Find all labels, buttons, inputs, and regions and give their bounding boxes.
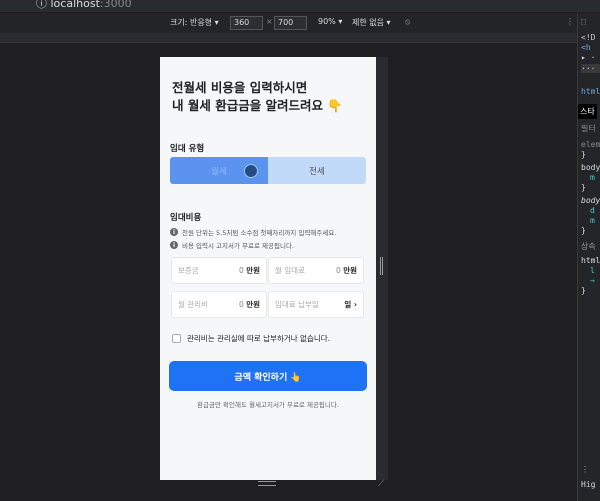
dom-line[interactable]: ▸ ·: [581, 53, 595, 62]
field-label: 임대료 납부일: [275, 300, 319, 309]
touch-cursor-icon: [244, 164, 258, 178]
field-label: 월 임대료: [275, 266, 305, 275]
maintenance-checkbox[interactable]: 관리비는 관리실에 따로 납부하거나 없습니다.: [172, 333, 330, 344]
checkbox-icon[interactable]: [172, 334, 181, 343]
field-value: 0: [239, 266, 244, 275]
filter-input[interactable]: 필터: [581, 123, 596, 134]
field-label: 보증금: [178, 266, 199, 275]
style-rule: d: [590, 206, 595, 215]
tab-monthly[interactable]: 월세: [170, 157, 268, 184]
field-unit: 만원: [246, 266, 260, 275]
note-text: 천원 단위는 5.5처럼 소수점 첫째자리까지 입력해주세요.: [182, 229, 337, 237]
dom-line[interactable]: <!D: [581, 33, 595, 42]
check-amount-button[interactable]: 금액 확인하기 👆: [169, 361, 367, 391]
monthly-rent-field[interactable]: 월 임대료 0 만원: [268, 257, 364, 284]
drawer-tab[interactable]: Hig: [581, 480, 595, 489]
tab-styles[interactable]: 스타: [578, 104, 597, 119]
device-viewport: 전월세 비용을 입력하시면 내 월세 환급금을 알려드려요 👇 임대 유형 월세…: [160, 57, 376, 480]
style-rule: body: [581, 196, 600, 205]
breadcrumb-html[interactable]: html: [581, 87, 600, 96]
info-icon: i: [170, 241, 178, 249]
info-note: i 비용 입력시 고지서가 무료로 제공됩니다.: [170, 240, 294, 250]
field-unit: 만원: [343, 266, 357, 275]
times-sign: ×: [266, 17, 273, 26]
page-title: 전월세 비용을 입력하시면 내 월세 환급금을 알려드려요 👇: [172, 79, 343, 115]
devtools-panel: ⬚ <!D <h ▸ · ··· ▾ html 스타 필터 elem } bod…: [577, 13, 600, 501]
field-unit: 만원: [246, 300, 260, 309]
grip-icon: [380, 257, 383, 275]
style-rule: }: [581, 286, 586, 295]
corner-resize-icon[interactable]: ⟋: [378, 479, 384, 489]
tab-label: 전세: [309, 166, 325, 177]
title-line: 내 월세 환급금을 알려드려요 👇: [172, 98, 343, 113]
height-input[interactable]: 700: [274, 16, 307, 30]
url-port: :3000: [99, 0, 132, 10]
tab-jeonse[interactable]: 전세: [268, 157, 366, 184]
info-note: i 천원 단위는 5.5처럼 소수점 첫째자리까지 입력해주세요.: [170, 227, 336, 237]
style-rule: l: [590, 266, 595, 275]
style-rule: m: [590, 173, 595, 182]
more-options-icon[interactable]: ⋮: [566, 17, 574, 26]
field-unit: 일 ›: [344, 300, 357, 309]
style-rule: }: [581, 150, 586, 159]
cost-label: 임대비용: [170, 213, 202, 223]
style-rule: body: [581, 163, 600, 172]
field-label: 월 관리비: [178, 300, 208, 309]
maintenance-fee-field[interactable]: 월 관리비 0 만원: [171, 291, 267, 318]
style-rule: }: [581, 226, 586, 235]
style-rule: elem: [581, 140, 600, 149]
rotate-icon[interactable]: ⦸: [405, 17, 410, 27]
rental-type-toggle: 월세 전세: [170, 157, 366, 184]
media-query-ruler[interactable]: [0, 33, 577, 43]
bottom-resize-handle[interactable]: [258, 481, 276, 486]
info-icon: i: [170, 228, 178, 236]
deposit-field[interactable]: 보증금 0 만원: [171, 257, 267, 284]
payment-day-field[interactable]: 임대료 납부일 일 ›: [268, 291, 364, 318]
style-rule: →: [590, 276, 595, 285]
dom-line[interactable]: <h: [581, 43, 591, 52]
more-icon[interactable]: ⋮: [581, 465, 589, 474]
checkbox-label: 관리비는 관리실에 따로 납부하거나 없습니다.: [187, 334, 331, 343]
url-text[interactable]: ⓘ localhost:3000: [36, 0, 132, 11]
throttle-dropdown[interactable]: 제한 없음 ▾: [352, 17, 391, 28]
tab-label: 월세: [211, 166, 227, 177]
inspect-icon[interactable]: ⬚: [581, 17, 586, 26]
zoom-dropdown[interactable]: 90% ▾: [318, 17, 342, 26]
rental-type-label: 임대 유형: [170, 144, 205, 154]
width-input[interactable]: 360: [230, 16, 263, 30]
style-rule: }: [581, 183, 586, 192]
field-value: 0: [336, 266, 341, 275]
note-text: 비용 입력시 고지서가 무료로 제공됩니다.: [182, 242, 294, 250]
title-line: 전월세 비용을 입력하시면: [172, 80, 308, 95]
size-dropdown[interactable]: 크기: 반응형 ▾: [170, 17, 219, 28]
device-toolbar: 크기: 반응형 ▾ 360 × 700 90% ▾ 제한 없음 ▾ ⦸ ⋮: [0, 13, 577, 33]
viewport-resize-handle[interactable]: [376, 57, 388, 480]
field-value: 0: [239, 300, 244, 309]
browser-address-bar: ⓘ localhost:3000: [0, 0, 600, 12]
url-host: localhost: [50, 0, 100, 10]
dom-line[interactable]: ··· ▾: [581, 64, 600, 73]
style-rule: m: [590, 216, 595, 225]
style-rule: html: [581, 256, 600, 265]
inherited-label: 상속: [581, 242, 596, 251]
footer-note: 환급금만 확인해도 월세고지서가 무료로 제공됩니다.: [197, 401, 339, 409]
